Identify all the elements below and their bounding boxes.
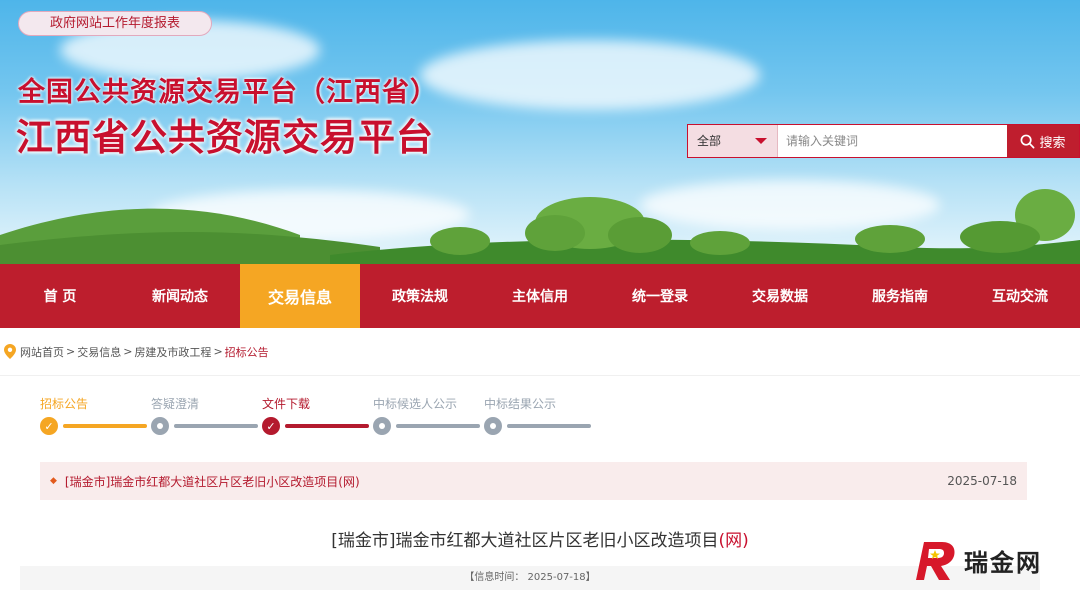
nav-policy[interactable]: 政策法规 — [360, 264, 480, 328]
step-progress-line — [63, 424, 147, 428]
nav-guide[interactable]: 服务指南 — [840, 264, 960, 328]
step-progress-line — [507, 424, 591, 428]
process-steps: 招标公告 ✓ 答疑澄清 文件下载 ✓ 中标候选人公示 中标结果公示 — [40, 392, 600, 442]
main-nav: 首 页 新闻动态 交易信息 政策法规 主体信用 统一登录 交易数据 服务指南 互… — [0, 264, 1080, 328]
dot-icon — [484, 417, 502, 435]
nav-login[interactable]: 统一登录 — [600, 264, 720, 328]
search-scope-select[interactable]: 全部 — [688, 125, 778, 157]
nav-news[interactable]: 新闻动态 — [120, 264, 240, 328]
search-input[interactable] — [778, 125, 1007, 157]
dot-icon — [373, 417, 391, 435]
list-item-title[interactable]: [瑞金市]瑞金市红都大道社区片区老旧小区改造项目(网) — [65, 473, 947, 490]
check-icon: ✓ — [40, 417, 58, 435]
article-title-tag: (网) — [718, 531, 749, 551]
caret-down-icon — [755, 138, 767, 144]
breadcrumb-separator: > — [213, 345, 223, 358]
breadcrumb-separator: > — [66, 345, 76, 358]
watermark-text: 瑞金网 — [964, 548, 1042, 577]
ruijin-logo-icon — [916, 542, 955, 580]
list-item-date: 2025-07-18 — [947, 474, 1017, 488]
diamond-icon: ◆ — [50, 476, 57, 486]
step-progress-line — [174, 424, 258, 428]
header-banner: 政府网站工作年度报表 全国公共资源交易平台（江西省） 江西省公共资源交易平台 全… — [0, 0, 1080, 265]
annual-report-link[interactable]: 政府网站工作年度报表 — [18, 11, 212, 36]
step-label: 答疑澄清 — [151, 397, 200, 411]
check-icon: ✓ — [262, 417, 280, 435]
step-bid-notice[interactable]: 招标公告 ✓ — [40, 392, 151, 442]
breadcrumb-separator: > — [123, 345, 133, 358]
hills-illustration — [0, 189, 1080, 265]
breadcrumb-construction[interactable]: 房建及市政工程 — [134, 344, 211, 360]
step-file-download[interactable]: 文件下载 ✓ — [262, 392, 373, 442]
step-label: 招标公告 — [40, 397, 89, 411]
nav-home[interactable]: 首 页 — [0, 264, 120, 328]
nav-interaction[interactable]: 互动交流 — [960, 264, 1080, 328]
search-button[interactable]: 搜索 — [1007, 125, 1079, 157]
step-label: 中标结果公示 — [484, 397, 557, 411]
site-title: 江西省公共资源交易平台 — [16, 115, 434, 159]
step-progress-line — [396, 424, 480, 428]
article-meta: 【信息时间： 2025-07-18】 — [20, 566, 1040, 590]
list-item[interactable]: ◆ [瑞金市]瑞金市红都大道社区片区老旧小区改造项目(网) 2025-07-18 — [40, 462, 1027, 500]
search-button-label: 搜索 — [1039, 135, 1066, 151]
magnifier-icon — [1021, 134, 1035, 148]
step-candidates[interactable]: 中标候选人公示 — [373, 392, 484, 442]
breadcrumb-trade-info[interactable]: 交易信息 — [77, 344, 121, 360]
step-label: 中标候选人公示 — [373, 397, 458, 411]
step-label: 文件下载 — [262, 397, 311, 411]
breadcrumb: 网站首页 > 交易信息 > 房建及市政工程 > 招标公告 — [0, 328, 1080, 376]
dot-icon — [151, 417, 169, 435]
nav-trade-data[interactable]: 交易数据 — [720, 264, 840, 328]
breadcrumb-current: 招标公告 — [224, 345, 269, 359]
location-pin-icon — [4, 344, 16, 359]
search-scope-value: 全部 — [697, 134, 722, 148]
nav-credit[interactable]: 主体信用 — [480, 264, 600, 328]
step-progress-line — [285, 424, 369, 428]
article-title-main: [瑞金市]瑞金市红都大道社区片区老旧小区改造项目 — [331, 531, 719, 551]
cloud-decoration — [420, 40, 760, 110]
step-clarification[interactable]: 答疑澄清 — [151, 392, 262, 442]
site-subtitle: 全国公共资源交易平台（江西省） — [18, 77, 438, 108]
nav-trade-info[interactable]: 交易信息 — [240, 264, 360, 328]
watermark-logo: 瑞金网 — [910, 536, 1070, 584]
search-bar: 全部 搜索 — [687, 124, 1080, 158]
breadcrumb-home[interactable]: 网站首页 — [20, 344, 64, 360]
step-result[interactable]: 中标结果公示 — [484, 392, 595, 442]
